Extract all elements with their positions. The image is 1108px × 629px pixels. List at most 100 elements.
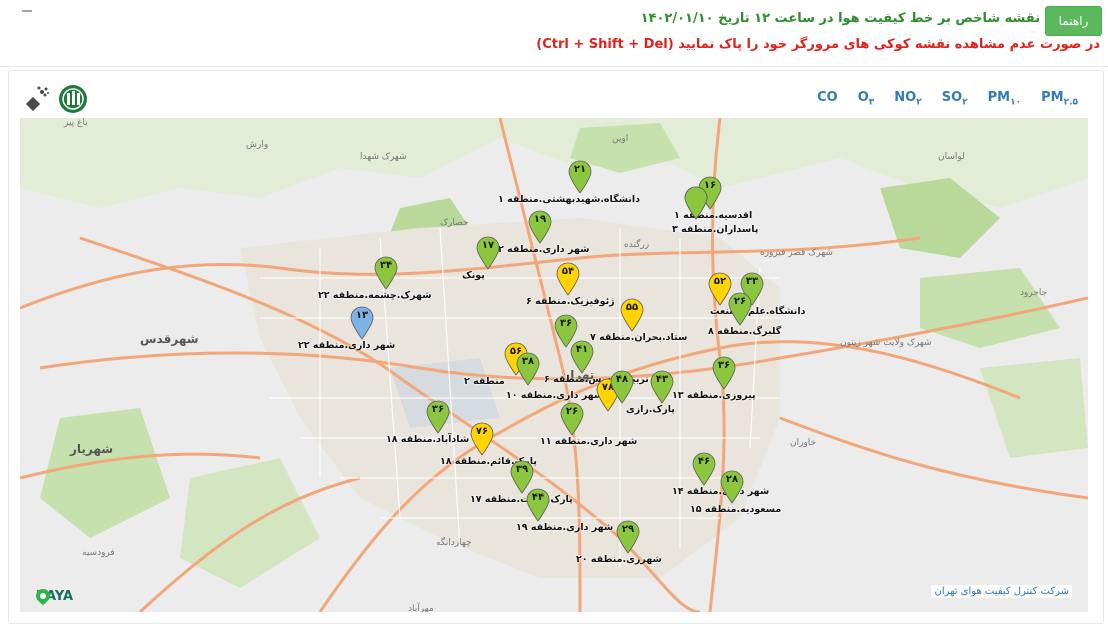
- station-aqi-value: ۳۶: [717, 360, 731, 371]
- station-label: پارک.رازی: [626, 404, 675, 415]
- station-marker[interactable]: ۴۳: [650, 370, 674, 404]
- station-aqi-value: ۲۱: [573, 164, 587, 175]
- station-label: منطقه ۲: [464, 376, 505, 387]
- page-header: راهنما نقشه شاخص بر خط کیفیت هوا در ساعت…: [0, 0, 1108, 67]
- tab-pm25[interactable]: PM۲.۵: [1041, 90, 1078, 108]
- station-aqi-value: ۴۳: [655, 374, 669, 385]
- station-label: پاسداران.منطقه ۳: [672, 224, 759, 235]
- station-aqi-value: ۱۳: [355, 310, 369, 321]
- station-marker[interactable]: ۴۶: [692, 452, 716, 486]
- map-credit: شرکت کنترل کیفیت هوای تهران: [931, 585, 1072, 598]
- station-label: پونک: [462, 270, 485, 281]
- air-quality-map[interactable]: شهرقدس شهریار تهران لواسان اوین شهرک شهد…: [20, 118, 1088, 612]
- station-label: شهر داری.منطقه ۱۹: [516, 522, 614, 533]
- station-marker[interactable]: ۱۷: [476, 236, 500, 270]
- station-label: شهرری.منطقه ۲۰: [576, 554, 662, 565]
- station-marker[interactable]: ۴۱: [570, 340, 594, 374]
- station-marker[interactable]: ۲۹: [616, 520, 640, 554]
- station-aqi-value: ۷۶: [475, 426, 489, 437]
- station-aqi-value: ۳۶: [559, 318, 573, 329]
- station-label: شهر داری.منطقه ۱۰: [506, 390, 604, 401]
- station-aqi-value: ۴۸: [615, 374, 629, 385]
- station-aqi-value: ۴۴: [531, 492, 545, 503]
- station-marker[interactable]: ۳۶: [426, 400, 450, 434]
- station-aqi-value: ۲۶: [565, 406, 579, 417]
- place-label: شهرک شهدا: [360, 152, 407, 162]
- station-label: شادآباد.منطقه ۱۸: [386, 434, 470, 445]
- tab-pm10[interactable]: PM۱۰: [988, 90, 1021, 108]
- place-label: شهرک ولایت شهر زیتون: [840, 338, 932, 348]
- station-marker[interactable]: ۲۱: [568, 160, 592, 194]
- station-marker[interactable]: ۲۶: [728, 292, 752, 326]
- tab-co[interactable]: CO: [817, 90, 838, 108]
- station-marker[interactable]: ۴۸: [610, 370, 634, 404]
- station-marker[interactable]: ۵۴: [556, 262, 580, 296]
- station-label: شهر داری.منطقه ۲۲: [298, 340, 396, 351]
- location-pin-icon: [36, 589, 50, 605]
- place-label: شهریار: [70, 442, 114, 456]
- station-aqi-value: ۱۹: [533, 214, 547, 225]
- station-aqi-value: ۲۶: [733, 296, 747, 307]
- station-marker[interactable]: ۲۸: [720, 470, 744, 504]
- station-marker[interactable]: [684, 186, 708, 220]
- station-marker[interactable]: ۳۶: [712, 356, 736, 390]
- air-quality-logo-icon: [25, 86, 49, 112]
- pollutant-tabs: CO O۳ NO۲ SO۲ PM۱۰ PM۲.۵: [817, 90, 1078, 108]
- place-label: باغ پیر: [64, 118, 88, 128]
- place-label: فرودسیه: [82, 548, 115, 558]
- station-label: شهر داری.منطقه ۲: [498, 244, 590, 255]
- station-label: پیروزی.منطقه ۱۳: [672, 390, 756, 401]
- station-aqi-value: ۲۹: [621, 524, 635, 535]
- station-label: دانشگاه.علم.وصنعت: [710, 306, 806, 317]
- station-aqi-value: ۴۶: [697, 456, 711, 467]
- station-aqi-value: ۳۳: [745, 276, 759, 287]
- raya-logo: RAYA: [36, 589, 74, 605]
- station-label: ستاد.بحران.منطقه ۷: [590, 332, 688, 343]
- map-tiles: [20, 118, 1088, 612]
- place-label: خاوران: [790, 438, 817, 448]
- station-aqi-value: ۵۴: [561, 266, 575, 277]
- station-marker[interactable]: ۳۸: [516, 352, 540, 386]
- cache-notice: در صورت عدم مشاهده نقشه کوکی های مرورگر …: [536, 37, 1100, 52]
- place-label: حصارک: [440, 218, 469, 228]
- station-aqi-value: ۳۹: [515, 464, 529, 475]
- station-aqi-value: ۵۲: [713, 276, 727, 287]
- place-label: مهرآباد: [408, 604, 434, 612]
- station-marker[interactable]: ۳۴: [374, 256, 398, 290]
- station-aqi-value: ۳۸: [521, 356, 535, 367]
- station-aqi-value: ۵۵: [625, 302, 639, 313]
- place-label: چهاردانگه: [436, 538, 472, 548]
- map-pin-icon: [684, 186, 708, 220]
- station-aqi-value: ۲۸: [725, 474, 739, 485]
- place-label: شهرک قصر فیروزه: [760, 248, 833, 258]
- station-marker[interactable]: ۱۳: [350, 306, 374, 340]
- station-label: مسعودیه.منطقه ۱۵: [690, 504, 782, 515]
- place-label: اوین: [612, 134, 629, 144]
- place-label: لواسان: [938, 152, 965, 162]
- station-marker[interactable]: ۴۴: [526, 488, 550, 522]
- station-label: دانشگاه.شهیدبهشتی.منطقه ۱: [498, 194, 640, 205]
- station-aqi-value: ۳۶: [431, 404, 445, 415]
- place-label: شهرقدس: [140, 332, 199, 346]
- place-label: جاجرود: [1020, 288, 1048, 298]
- municipality-logo-icon: [59, 85, 87, 113]
- station-aqi-value: ۱۷: [481, 240, 495, 251]
- station-marker[interactable]: ۱۹: [528, 210, 552, 244]
- place-label: زرگنده: [624, 240, 650, 250]
- station-label: شهرک.چشمه.منطقه ۲۲: [318, 290, 432, 301]
- page-title: نقشه شاخص بر خط کیفیت هوا در ساعت ۱۲ تار…: [640, 11, 1040, 26]
- station-label: پارک.ولایت.منطقه ۱۷: [470, 494, 573, 505]
- collapse-icon[interactable]: [22, 10, 32, 12]
- station-marker[interactable]: ۵۵: [620, 298, 644, 332]
- station-aqi-value: ۳۴: [379, 260, 393, 271]
- place-label: وارش: [246, 140, 269, 150]
- tab-o3[interactable]: O۳: [858, 90, 875, 108]
- station-label: شهر داری.منطقه ۱۱: [540, 436, 638, 447]
- station-marker[interactable]: ۷۶: [470, 422, 494, 456]
- tab-so2[interactable]: SO۲: [942, 90, 968, 108]
- station-label: ژئوفیزیک.منطقه ۶: [526, 296, 615, 307]
- tab-no2[interactable]: NO۲: [894, 90, 921, 108]
- station-marker[interactable]: ۲۶: [560, 402, 584, 436]
- help-button[interactable]: راهنما: [1045, 6, 1102, 36]
- station-label: گلبرگ.منطقه ۸: [708, 326, 782, 337]
